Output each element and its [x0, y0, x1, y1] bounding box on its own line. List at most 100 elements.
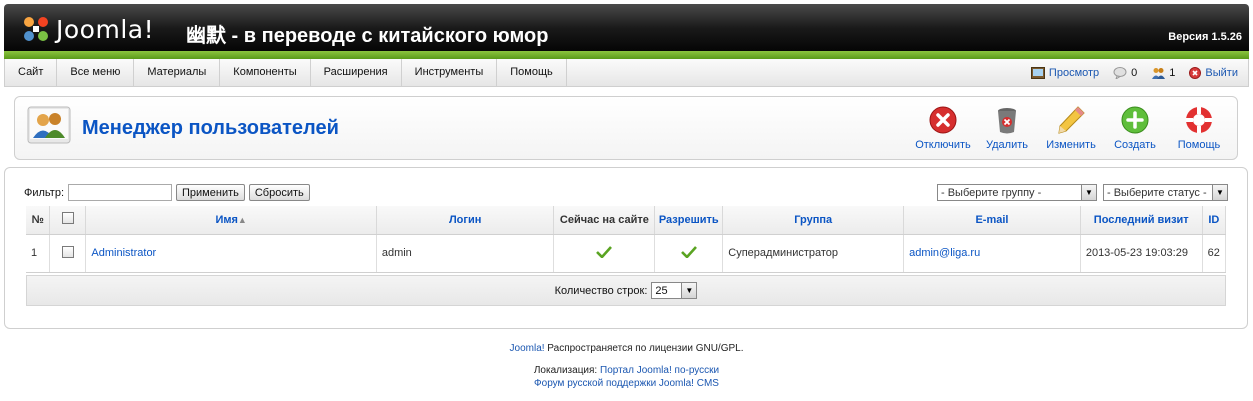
apply-filter-button[interactable]: Применить — [176, 184, 245, 201]
site-title: 幽默 - в переводе с китайского юмор — [186, 25, 549, 47]
table-row: 1 Administrator admin Суперадминистратор… — [26, 234, 1227, 273]
portal-link[interactable]: Портал Joomla! по-русски — [600, 365, 719, 376]
col-name-label: Имя — [215, 213, 238, 226]
edit-label: Изменить — [1046, 139, 1096, 151]
reset-filter-button[interactable]: Сбросить — [248, 184, 310, 201]
footer: Joomla! Распространяется по лицензии GNU… — [0, 342, 1253, 390]
messages-link[interactable]: 0 — [1113, 66, 1138, 79]
version-label: Версия 1.5.26 — [1168, 31, 1242, 43]
check-icon — [596, 245, 613, 259]
col-group[interactable]: Группа — [722, 206, 905, 235]
users-icon — [1152, 67, 1166, 79]
filter-input[interactable] — [68, 184, 173, 201]
chevron-down-icon: ▼ — [681, 283, 697, 298]
logout-icon — [1189, 66, 1202, 79]
user-name-link[interactable]: Administrator — [85, 234, 377, 273]
pagination-bar: Количество строк: 25 ▼ — [26, 275, 1226, 306]
toolbar-box: Менеджер пользователей Отключить Удалить… — [14, 96, 1238, 160]
user-login: admin — [376, 234, 555, 273]
sort-asc-icon: ▲ — [237, 214, 247, 225]
license-line: Joomla! Распространяется по лицензии GNU… — [0, 342, 1253, 355]
menu-item-content[interactable]: Материалы — [134, 59, 221, 86]
chevron-down-icon: ▼ — [1212, 185, 1227, 200]
online-status-cell — [553, 234, 656, 273]
license-text: Распространяется по лицензии GNU/GPL. — [544, 343, 744, 354]
user-manager-icon — [27, 106, 71, 146]
col-email[interactable]: E-mail — [903, 206, 1081, 235]
user-email-link[interactable]: admin@liga.ru — [903, 234, 1081, 273]
col-id[interactable]: ID — [1202, 206, 1227, 235]
menu-status-area: Просмотр 0 1 Выйти — [1030, 59, 1238, 86]
logout-label: Выйти — [1205, 66, 1238, 79]
menu-item-help[interactable]: Помощь — [497, 59, 567, 86]
status-select-value: - Выберите статус - — [1107, 186, 1207, 199]
rows-per-page-select[interactable]: 25 ▼ — [651, 282, 698, 299]
online-users-link[interactable]: 1 — [1151, 67, 1175, 79]
preview-link[interactable]: Просмотр — [1030, 66, 1100, 79]
user-last-visit: 2013-05-23 19:03:29 — [1080, 234, 1203, 273]
help-button[interactable]: Помощь — [1167, 105, 1231, 151]
disable-label: Отключить — [915, 139, 971, 151]
col-select-all — [49, 206, 87, 235]
main-menu-bar: Сайт Все меню Материалы Компоненты Расши… — [4, 59, 1249, 87]
lifebuoy-icon — [1186, 107, 1212, 133]
trash-icon — [998, 108, 1016, 134]
edit-button[interactable]: Изменить — [1039, 105, 1103, 151]
menu-item-site[interactable]: Сайт — [5, 59, 58, 86]
filter-row: Фильтр: Применить Сбросить — [24, 184, 310, 201]
joomla-logo-icon — [20, 13, 52, 45]
create-button[interactable]: Создать — [1103, 105, 1167, 151]
enabled-status-cell[interactable] — [654, 234, 724, 273]
rows-per-page-label: Количество строк: — [554, 284, 648, 297]
delete-button[interactable]: Удалить — [975, 105, 1039, 151]
status-select[interactable]: - Выберите статус - ▼ — [1103, 184, 1228, 201]
col-enabled[interactable]: Разрешить — [654, 206, 724, 235]
select-all-checkbox[interactable] — [61, 212, 74, 225]
row-num: 1 — [26, 234, 51, 273]
logout-link[interactable]: Выйти — [1189, 66, 1238, 79]
col-num: № — [26, 206, 51, 235]
group-select-value: - Выберите группу - — [941, 186, 1042, 199]
online-users-count: 1 — [1169, 66, 1176, 79]
group-select[interactable]: - Выберите группу - ▼ — [937, 184, 1097, 201]
rows-per-page-value: 25 — [655, 284, 668, 297]
disable-button[interactable]: Отключить — [911, 105, 975, 151]
user-id: 62 — [1202, 234, 1227, 273]
col-last-visit[interactable]: Последний визит — [1080, 206, 1203, 235]
create-label: Создать — [1114, 139, 1156, 151]
users-table: № Имя▲ Логин Сейчас на сайте Разрешить Г… — [26, 206, 1227, 273]
user-group: Суперадминистратор — [722, 234, 905, 273]
preview-label: Просмотр — [1048, 66, 1100, 79]
localization-line: Локализация: Портал Joomla! по-русски — [0, 364, 1253, 377]
row-select-cell — [49, 234, 87, 273]
page-title: Менеджер пользователей — [82, 117, 339, 139]
table-header-row: № Имя▲ Логин Сейчас на сайте Разрешить Г… — [26, 206, 1227, 235]
joomla-logo: Joomla! — [20, 12, 154, 46]
pencil-icon — [1058, 106, 1085, 134]
col-login[interactable]: Логин — [376, 206, 555, 235]
chevron-down-icon: ▼ — [1081, 185, 1096, 200]
forum-line: Форум русской поддержки Joomla! CMS — [0, 377, 1253, 390]
action-toolbar: Отключить Удалить Изменить Создать Помощ… — [911, 105, 1231, 151]
preview-icon — [1030, 66, 1045, 79]
messages-icon — [1113, 66, 1127, 79]
menu-item-extensions[interactable]: Расширения — [311, 59, 402, 86]
forum-link[interactable]: Форум русской поддержки Joomla! CMS — [534, 378, 719, 389]
logo-text: Joomla! — [56, 14, 155, 44]
messages-count: 0 — [1131, 66, 1138, 79]
disable-icon — [929, 106, 957, 134]
joomla-link[interactable]: Joomla! — [510, 343, 545, 354]
admin-header: Joomla! 幽默 - в переводе с китайского юмо… — [4, 4, 1249, 57]
delete-label: Удалить — [986, 139, 1028, 151]
menu-item-tools[interactable]: Инструменты — [402, 59, 498, 86]
check-icon — [680, 245, 697, 259]
menu-item-menus[interactable]: Все меню — [57, 59, 135, 86]
menu-item-components[interactable]: Компоненты — [220, 59, 311, 86]
localization-label: Локализация: — [533, 365, 600, 376]
header-accent-bar — [4, 51, 1249, 59]
col-name[interactable]: Имя▲ — [85, 206, 377, 235]
row-checkbox[interactable] — [61, 245, 74, 258]
add-icon — [1121, 106, 1149, 134]
col-online: Сейчас на сайте — [553, 206, 656, 235]
help-label: Помощь — [1177, 139, 1221, 151]
